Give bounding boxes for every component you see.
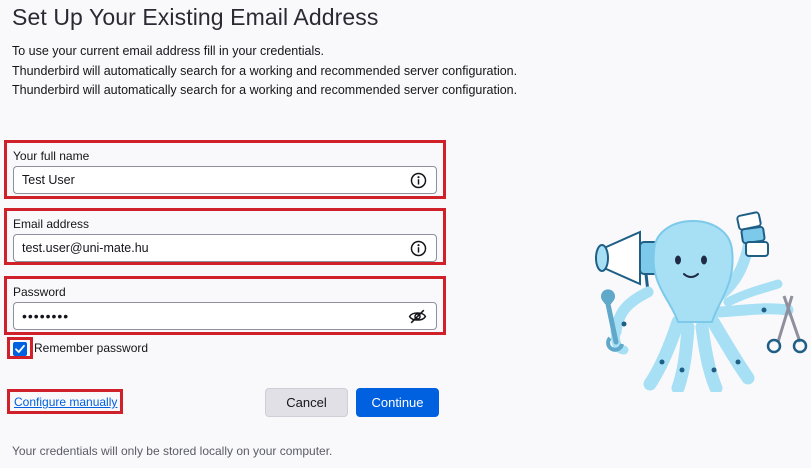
email-input[interactable] bbox=[22, 235, 402, 261]
full-name-group: Your full name bbox=[4, 140, 446, 199]
full-name-label: Your full name bbox=[13, 149, 90, 163]
intro-text: To use your current email address fill i… bbox=[12, 42, 517, 101]
cancel-button[interactable]: Cancel bbox=[265, 388, 348, 417]
configure-manually-link[interactable]: Configure manually bbox=[14, 395, 117, 409]
info-icon[interactable] bbox=[410, 172, 427, 189]
wrench-icon bbox=[601, 286, 654, 355]
full-name-field bbox=[13, 166, 437, 194]
password-input[interactable] bbox=[22, 303, 402, 329]
checkmark-icon bbox=[15, 344, 25, 353]
intro-line: Thunderbird will automatically search fo… bbox=[12, 63, 518, 78]
remember-password-group bbox=[7, 337, 33, 359]
password-field bbox=[13, 302, 437, 330]
intro-line: Thunderbird will automatically search fo… bbox=[12, 83, 518, 97]
eye-slash-icon[interactable] bbox=[408, 308, 427, 325]
password-group: Password bbox=[4, 276, 446, 335]
password-label: Password bbox=[13, 285, 66, 299]
intro-line: To use your current email address fill i… bbox=[12, 44, 324, 58]
configure-manually-group: Configure manually bbox=[7, 389, 123, 414]
cards-icon bbox=[736, 211, 769, 257]
email-group: Email address bbox=[4, 208, 446, 265]
page-title: Set Up Your Existing Email Address bbox=[12, 4, 379, 30]
remember-password-checkbox[interactable] bbox=[13, 342, 27, 356]
email-label: Email address bbox=[13, 217, 90, 231]
remember-password-label[interactable]: Remember password bbox=[34, 341, 148, 355]
full-name-input[interactable] bbox=[22, 167, 402, 193]
continue-button[interactable]: Continue bbox=[356, 388, 439, 417]
megaphone-icon bbox=[595, 230, 661, 293]
info-icon[interactable] bbox=[410, 240, 427, 257]
email-field bbox=[13, 234, 437, 262]
footer-note: Your credentials will only be stored loc… bbox=[12, 444, 333, 458]
octopus-mascot-illustration bbox=[595, 211, 808, 392]
